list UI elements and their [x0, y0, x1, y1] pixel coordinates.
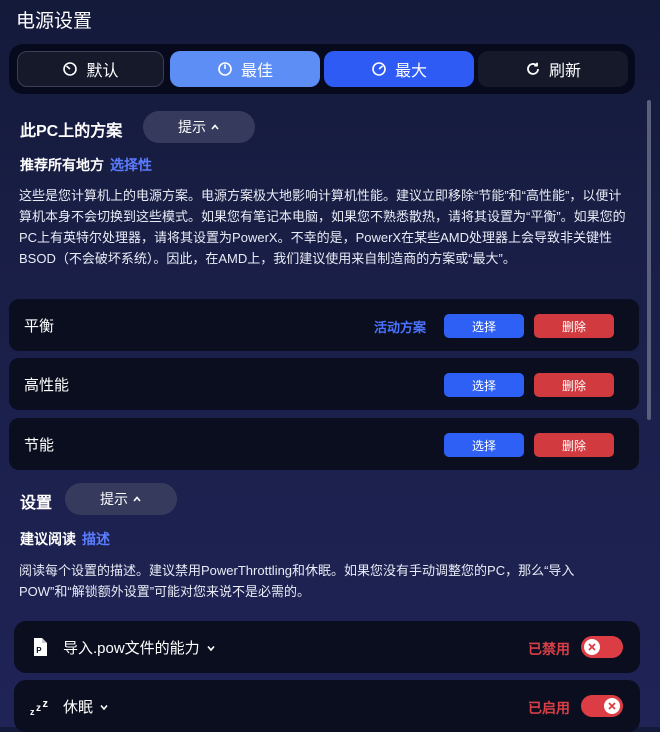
gauge-mid-icon — [218, 62, 232, 76]
toggle-knob — [584, 639, 600, 655]
vertical-scrollbar[interactable] — [647, 100, 651, 420]
power-mode-bar: 默认 最佳 最大 刷新 — [9, 44, 635, 94]
plan-name: 节能 — [24, 437, 55, 454]
setting-toggle-expander[interactable]: 导入.pow文件的能力 — [63, 637, 216, 658]
mode-refresh-button[interactable]: 刷新 — [478, 51, 628, 87]
plans-tip-label: 提示 — [178, 119, 206, 135]
setting-label-text: 导入.pow文件的能力 — [63, 640, 200, 657]
toggle-knob — [604, 698, 620, 714]
plans-section-heading: 此PC上的方案 — [20, 123, 123, 140]
setting-toggle-expander[interactable]: 休眠 — [63, 696, 109, 717]
select-plan-button[interactable]: 选择 — [444, 433, 524, 457]
gauge-low-icon — [63, 62, 78, 76]
mode-refresh-label: 刷新 — [548, 63, 581, 80]
chevron-down-icon — [207, 645, 215, 651]
settings-sub-heading-accent: 描述 — [82, 531, 110, 547]
svg-text:z: z — [36, 703, 41, 714]
plans-sub-heading-text: 推荐所有地方 — [20, 157, 104, 173]
select-plan-button[interactable]: 选择 — [444, 373, 524, 397]
setting-label-text: 休眠 — [63, 699, 94, 716]
close-icon — [588, 643, 596, 651]
mode-max-button[interactable]: 最大 — [324, 51, 474, 87]
plans-description: 这些是您计算机上的电源方案。电源方案极大地影响计算机性能。建议立即移除“节能”和… — [19, 188, 626, 266]
plan-row-high-performance: 高性能 选择 删除 — [9, 358, 639, 410]
plan-row-power-saver: 节能 选择 删除 — [9, 418, 639, 470]
setting-status-text: 已禁用 — [528, 641, 570, 657]
settings-tip-label: 提示 — [100, 491, 128, 507]
plans-sub-heading: 推荐所有地方 选择性 — [20, 155, 152, 175]
mode-best-button[interactable]: 最佳 — [170, 51, 320, 87]
select-plan-button[interactable]: 选择 — [444, 314, 524, 338]
pow-file-icon: P — [34, 638, 47, 656]
gauge-high-icon — [372, 62, 386, 76]
plans-sub-heading-accent: 选择性 — [110, 157, 152, 173]
mode-max-label: 最大 — [394, 63, 427, 80]
window-title: 电源设置 — [16, 11, 93, 32]
plans-tip-button[interactable]: 提示 — [143, 111, 255, 143]
settings-description: 阅读每个设置的描述。建议禁用PowerThrottling和休眠。如果您没有手动… — [19, 563, 575, 599]
chevron-up-icon — [211, 124, 219, 130]
plan-row-balanced: 平衡 活动方案 选择 删除 — [9, 299, 639, 351]
close-icon — [608, 702, 616, 710]
setting-toggle-switch[interactable] — [581, 695, 623, 717]
chevron-down-icon — [100, 704, 108, 710]
chevron-up-icon — [133, 496, 141, 502]
setting-status-text: 已启用 — [528, 700, 570, 716]
settings-section-heading: 设置 — [20, 495, 53, 512]
svg-text:z: z — [43, 698, 49, 710]
svg-text:z: z — [30, 707, 35, 716]
setting-row-import-pow: P 导入.pow文件的能力 已禁用 — [14, 621, 640, 673]
settings-tip-button[interactable]: 提示 — [65, 483, 177, 515]
setting-row-hibernate: z z z 休眠 已启用 — [14, 680, 640, 732]
mode-default-label: 默认 — [86, 63, 119, 80]
settings-sub-heading-text: 建议阅读 — [20, 531, 76, 547]
setting-toggle-switch[interactable] — [581, 636, 623, 658]
delete-plan-button[interactable]: 删除 — [534, 433, 614, 457]
svg-text:P: P — [36, 646, 42, 655]
mode-default-button[interactable]: 默认 — [17, 51, 164, 87]
delete-plan-button[interactable]: 删除 — [534, 373, 614, 397]
plan-name: 高性能 — [24, 377, 70, 394]
plan-name: 平衡 — [24, 318, 55, 335]
mode-best-label: 最佳 — [240, 63, 273, 80]
refresh-icon — [527, 62, 539, 75]
active-plan-label: 活动方案 — [374, 320, 427, 335]
sleep-zzz-icon: z z z — [30, 698, 49, 716]
delete-plan-button[interactable]: 删除 — [534, 314, 614, 338]
settings-sub-heading: 建议阅读 描述 — [20, 529, 110, 549]
